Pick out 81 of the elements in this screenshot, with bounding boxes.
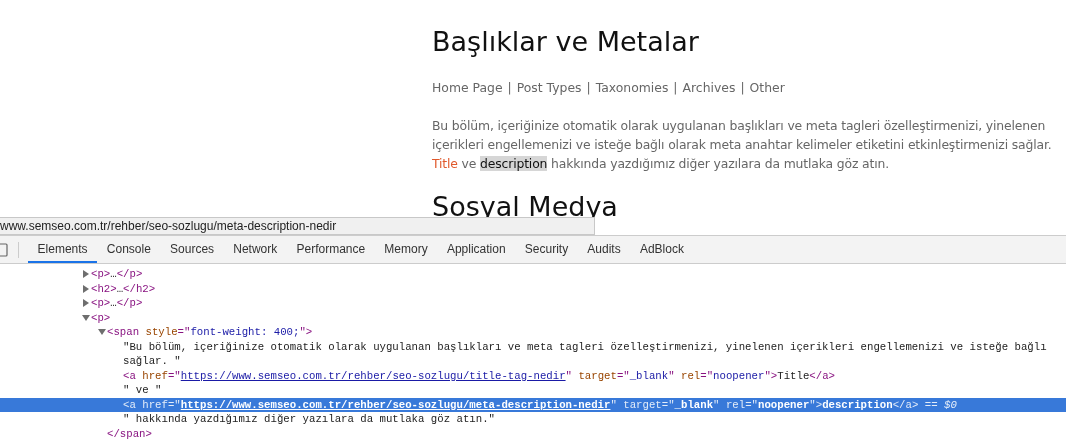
node-text: "Bu bölüm, içeriğinize otomatik olarak uygulanan başlıkları ve meta tagleri özelleştirmenizi, yinelenen içerikleri engellemenizi ve isteğe bağlı	[123, 340, 1047, 353]
nav-link[interactable]: Post Types	[516, 80, 582, 95]
tag-name: ="	[700, 369, 714, 382]
tag-name: ="	[616, 369, 630, 382]
node-text: …	[116, 282, 124, 295]
selection-marker: == $0	[923, 398, 957, 411]
expanded-arrow-icon[interactable]	[81, 313, 90, 322]
status-url-bubble: www.semseo.com.tr/rehber/seo-sozlugu/meta-description-nedir	[0, 217, 595, 235]
separator-text: |	[507, 80, 512, 95]
tag-name: </p>	[116, 297, 143, 310]
collapsed-arrow-icon[interactable]	[81, 270, 90, 279]
tag-name: <h2>	[91, 282, 117, 295]
attribute-value: noopener	[758, 398, 810, 411]
nav-link[interactable]: Archives	[682, 80, 736, 95]
tag-name: "	[565, 369, 573, 382]
devtools-tab[interactable]: Sources	[160, 236, 224, 263]
nav-link[interactable]: Home Page	[432, 80, 503, 95]
paragraph: Bu bölüm, içeriğinize otomatik olarak uygulanan başlıkları ve meta tagleri özelleştirmenizi, yinelenen içerikleri engellemenizi ve isteğe bağlı olarak meta anahtar kelimeler etiketini etkinleştirmenizi sağlar. Title ve description hakkında yazdığımız diğer yazılara da mutlaka göz atın.	[432, 117, 1052, 173]
devtools-tab[interactable]: Console	[97, 236, 161, 263]
tag-name: </a>	[892, 398, 919, 411]
device-toggle-icon[interactable]	[0, 242, 8, 257]
node-text: description	[822, 398, 893, 411]
devtools-tab[interactable]: Network	[223, 236, 287, 263]
node-text: " ve "	[123, 384, 162, 397]
tag-name: <p>	[91, 268, 111, 281]
devtools-tab[interactable]: Performance	[286, 236, 375, 263]
attribute-name: target	[623, 398, 662, 411]
tag-name: </p>	[116, 268, 143, 281]
tag-name: </h2>	[123, 282, 156, 295]
attribute-value: _blank	[674, 398, 714, 411]
tag-name: <p>	[91, 297, 111, 310]
devtools-tab[interactable]: Audits	[577, 236, 631, 263]
tag-name: ="	[177, 326, 191, 339]
tag-name: "	[610, 398, 618, 411]
tag-name: ">	[764, 369, 778, 382]
attribute-name: href	[142, 398, 168, 411]
collapsed-arrow-icon[interactable]	[81, 299, 90, 308]
section-heading: Başlıklar ve Metalar	[432, 25, 700, 59]
attribute-value: noopener	[713, 369, 765, 382]
devtools-tab[interactable]: Elements	[28, 236, 98, 263]
collapsed-arrow-icon[interactable]	[81, 284, 90, 293]
separator-text: |	[740, 80, 745, 95]
tag-name: <a	[123, 398, 137, 411]
separator-text: |	[586, 80, 591, 95]
separator-text: |	[673, 80, 678, 95]
tag-name: "	[668, 369, 676, 382]
tag-name: ="	[661, 398, 675, 411]
tag-name: </a>	[809, 369, 835, 382]
tag-name: ="	[745, 398, 758, 411]
node-text: sağlar. "	[123, 355, 181, 368]
attribute-name: rel	[725, 398, 746, 411]
inline-link[interactable]: Title	[432, 156, 458, 171]
tag-name: </span>	[107, 427, 152, 440]
node-text: Title	[777, 369, 810, 382]
nav-link[interactable]: Other	[749, 80, 785, 95]
node-text: …	[110, 297, 117, 310]
link[interactable]: https://www.semseo.com.tr/rehber/seo-sozlugu/meta-description-nedir	[180, 398, 611, 411]
devtools-tab[interactable]: Security	[515, 236, 578, 263]
tag-name: <a	[123, 369, 137, 382]
nav-link[interactable]: Taxonomies	[595, 80, 669, 95]
tag-name: ="	[167, 369, 181, 382]
tag-name: "	[713, 398, 721, 411]
attribute-value: font-weight: 400;	[190, 326, 300, 339]
node-text: " hakkında yazdığımız diğer yazılara da mutlaka göz atın."	[123, 413, 495, 426]
tag-name: ="	[167, 398, 181, 411]
tag-name: ">	[299, 326, 313, 339]
tag-name: <p>	[91, 311, 111, 324]
devtools-tab[interactable]: Memory	[374, 236, 438, 263]
devtools-tab[interactable]: Application	[437, 236, 516, 263]
attribute-name: target	[578, 369, 617, 382]
expanded-arrow-icon[interactable]	[97, 328, 106, 337]
node-text: …	[110, 268, 117, 281]
inline-link[interactable]: description	[480, 156, 548, 171]
tag-name: <span	[107, 326, 141, 339]
attribute-value: _blank	[629, 369, 669, 382]
attribute-name: href	[142, 369, 168, 382]
tag-name: ">	[809, 398, 823, 411]
attribute-name: style	[145, 326, 178, 339]
attribute-name: rel	[681, 369, 701, 382]
devtools-tab[interactable]: AdBlock	[630, 236, 694, 263]
link[interactable]: https://www.semseo.com.tr/rehber/seo-sozlugu/title-tag-nedir	[180, 369, 566, 382]
